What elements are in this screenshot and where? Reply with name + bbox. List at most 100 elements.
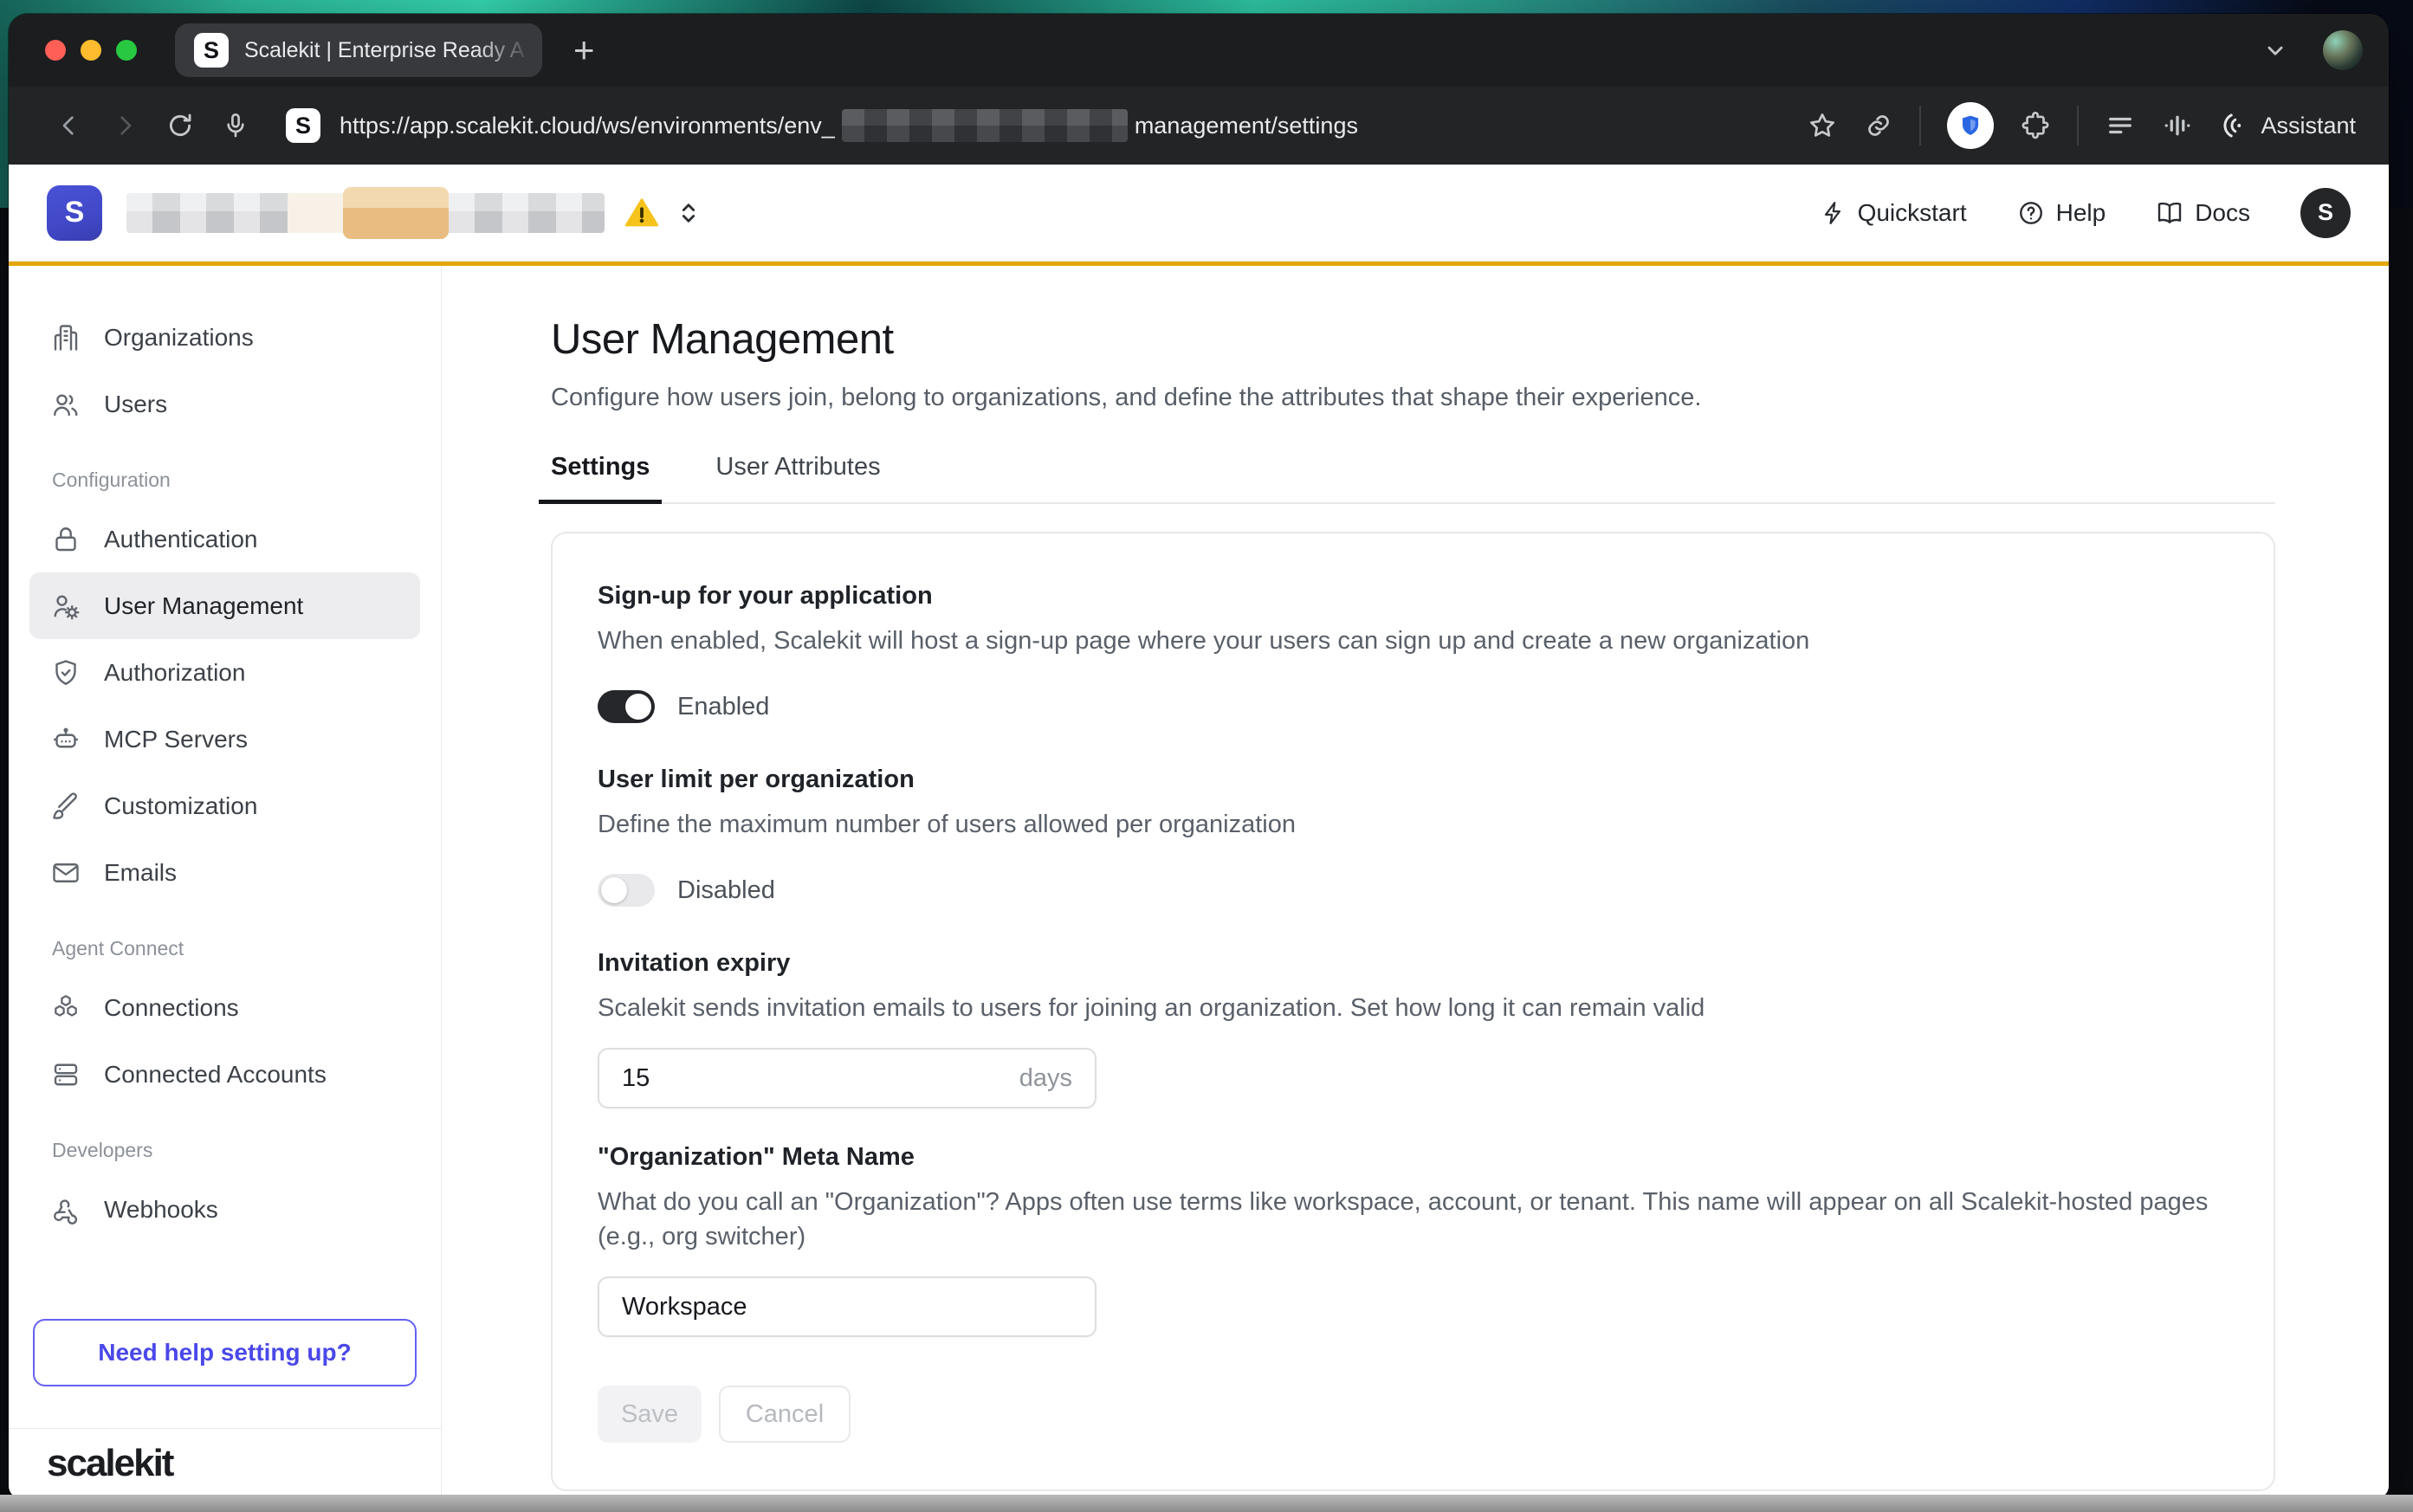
password-manager-extension-icon[interactable] <box>1947 102 1994 149</box>
sidebar-item-label: Users <box>104 391 167 418</box>
main-content: User Management Configure how users join… <box>442 266 2389 1498</box>
org-meta-name-title: "Organization" Meta Name <box>598 1141 2229 1173</box>
sidebar-item-connected-accounts[interactable]: Connected Accounts <box>29 1041 420 1108</box>
toolbar-divider <box>2077 106 2079 145</box>
url-text: https://app.scalekit.cloud/ws/environmen… <box>340 109 1358 142</box>
voice-waveform-icon[interactable] <box>2162 110 2193 141</box>
browser-address-bar: S https://app.scalekit.cloud/ws/environm… <box>9 87 2389 165</box>
sidebar-nav: Organizations Users Configuration <box>9 304 441 1243</box>
user-limit-section: User limit per organization Define the m… <box>598 764 2229 914</box>
sidebar-item-label: Organizations <box>104 324 254 352</box>
invitation-expiry-unit: days <box>1019 1064 1072 1093</box>
docs-button[interactable]: Docs <box>2156 199 2250 227</box>
signup-title: Sign-up for your application <box>598 580 2229 611</box>
address-bar-actions: Assistant <box>1807 102 2356 149</box>
sidebar-section-developers: Developers <box>52 1139 398 1164</box>
browser-window: S Scalekit | Enterprise Ready A + <box>9 14 2389 1498</box>
reload-icon[interactable] <box>152 111 208 140</box>
sidebar-item-label: Connected Accounts <box>104 1061 327 1089</box>
sidebar-item-label: Authorization <box>104 659 245 687</box>
invitation-expiry-title: Invitation expiry <box>598 947 2229 979</box>
stacked-cards-icon <box>50 1059 81 1090</box>
lightning-icon <box>1821 200 1847 226</box>
bookmark-star-icon[interactable] <box>1807 110 1838 141</box>
sidebar-item-mcp-servers[interactable]: MCP Servers <box>29 706 420 772</box>
sidebar-item-connections[interactable]: Connections <box>29 974 420 1041</box>
sidebar-item-users[interactable]: Users <box>29 371 420 437</box>
environment-switcher[interactable] <box>674 198 703 228</box>
close-window-button[interactable] <box>45 40 66 61</box>
quickstart-button[interactable]: Quickstart <box>1821 199 1967 227</box>
assistant-label: Assistant <box>2261 113 2356 139</box>
scalekit-wordmark: scalekit <box>47 1442 172 1485</box>
assistant-icon <box>2219 110 2250 141</box>
sidebar-item-webhooks[interactable]: Webhooks <box>29 1176 420 1243</box>
sidebar-item-user-management[interactable]: User Management <box>29 572 420 639</box>
user-avatar[interactable]: S <box>2300 188 2351 238</box>
page-title: User Management <box>551 314 2389 365</box>
paintbrush-icon <box>50 791 81 822</box>
envelope-icon <box>50 857 81 888</box>
scalekit-app: S Quickstart <box>9 165 2389 1498</box>
browser-profile-avatar[interactable] <box>2323 30 2363 70</box>
tab-list-chevron-down-icon[interactable] <box>2261 36 2290 65</box>
sidebar-item-label: MCP Servers <box>104 726 248 753</box>
user-limit-toggle-label: Disabled <box>677 876 775 905</box>
settings-card: Sign-up for your application When enable… <box>551 532 2275 1491</box>
sidebar-item-emails[interactable]: Emails <box>29 839 420 906</box>
app-body: Organizations Users Configuration <box>9 266 2389 1498</box>
user-limit-toggle[interactable] <box>598 874 655 907</box>
toolbar-divider <box>1919 106 1921 145</box>
url-redacted-segment <box>842 109 1128 142</box>
tab-title-fade <box>475 23 542 77</box>
new-tab-button[interactable]: + <box>573 32 595 68</box>
app-header-actions: Quickstart Help Docs S <box>1821 188 2351 238</box>
need-help-button[interactable]: Need help setting up? <box>33 1319 417 1386</box>
user-limit-toggle-row: Disabled <box>598 866 2229 914</box>
minimize-window-button[interactable] <box>81 40 101 61</box>
page-subtitle: Configure how users join, belong to orga… <box>551 382 2389 413</box>
org-meta-name-description: What do you call an "Organization"? Apps… <box>598 1185 2209 1254</box>
org-meta-name-section: "Organization" Meta Name What do you cal… <box>598 1141 2229 1337</box>
sidebar-item-label: User Management <box>104 592 303 620</box>
maximize-window-button[interactable] <box>116 40 137 61</box>
forward-icon[interactable] <box>97 112 152 139</box>
tab-user-attributes[interactable]: User Attributes <box>715 453 880 502</box>
sidebar-item-authentication[interactable]: Authentication <box>29 506 420 572</box>
org-meta-name-input[interactable] <box>622 1293 1072 1321</box>
window-controls <box>45 40 137 61</box>
cubes-icon <box>50 992 81 1024</box>
help-button[interactable]: Help <box>2017 199 2106 227</box>
organizations-icon <box>50 322 81 353</box>
site-favicon: S <box>286 108 320 143</box>
invitation-expiry-input[interactable] <box>622 1064 1019 1093</box>
sidebar-item-label: Connections <box>104 994 239 1022</box>
url-field[interactable]: S https://app.scalekit.cloud/ws/environm… <box>286 108 1358 143</box>
sidebar-item-authorization[interactable]: Authorization <box>29 639 420 706</box>
sidebar-bottom: Need help setting up? scalekit <box>9 1319 441 1498</box>
question-circle-icon <box>2017 199 2045 227</box>
back-icon[interactable] <box>42 112 97 139</box>
lock-icon <box>50 524 81 555</box>
sidebar-item-organizations[interactable]: Organizations <box>29 304 420 371</box>
sidebar-item-customization[interactable]: Customization <box>29 772 420 839</box>
signup-toggle-row: Enabled <box>598 682 2229 731</box>
signup-section: Sign-up for your application When enable… <box>598 580 2229 731</box>
webhook-icon <box>50 1194 81 1225</box>
signup-toggle[interactable] <box>598 690 655 723</box>
copy-link-icon[interactable] <box>1864 111 1893 140</box>
browser-tab[interactable]: S Scalekit | Enterprise Ready A <box>175 23 542 77</box>
sidebar-section-configuration: Configuration <box>52 468 398 494</box>
save-button[interactable]: Save <box>598 1386 702 1443</box>
environment-warning-icon <box>624 195 660 231</box>
scalekit-logo-mark: S <box>47 185 102 241</box>
sidebar-item-label: Customization <box>104 792 257 820</box>
signup-toggle-label: Enabled <box>677 693 769 721</box>
extensions-puzzle-icon[interactable] <box>2020 110 2051 141</box>
assistant-button[interactable]: Assistant <box>2219 110 2356 141</box>
microphone-icon[interactable] <box>208 112 263 139</box>
cancel-button[interactable]: Cancel <box>719 1386 851 1443</box>
sidebar-item-label: Webhooks <box>104 1196 218 1224</box>
tab-settings[interactable]: Settings <box>551 453 650 502</box>
reading-list-icon[interactable] <box>2105 110 2136 141</box>
